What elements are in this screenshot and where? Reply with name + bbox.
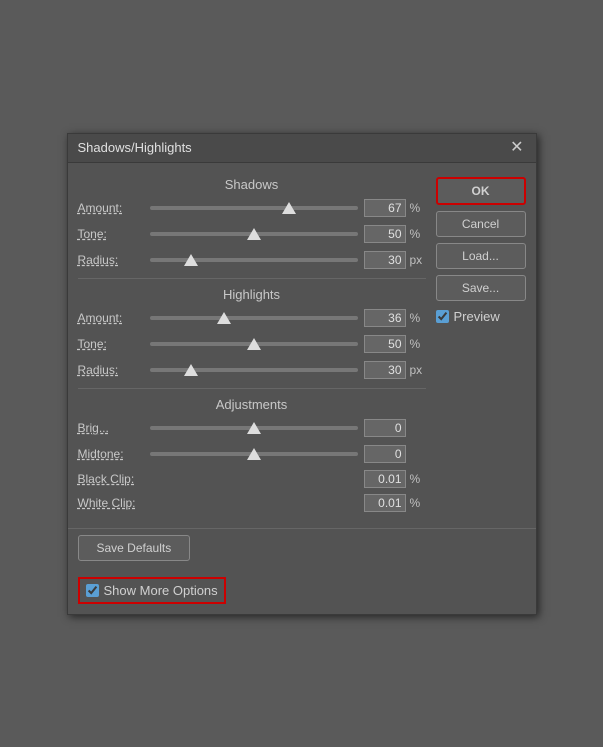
- shadows-amount-track: [150, 206, 358, 210]
- show-more-checkbox[interactable]: [86, 584, 99, 597]
- shadows-radius-slider[interactable]: [150, 250, 358, 270]
- preview-checkbox[interactable]: [436, 310, 449, 323]
- white-clip-input[interactable]: [364, 494, 406, 512]
- highlights-radius-thumb[interactable]: [184, 364, 198, 376]
- black-clip-label: Black Clip:: [78, 472, 150, 486]
- shadows-radius-thumb[interactable]: [184, 254, 198, 266]
- show-more-row[interactable]: Show More Options: [78, 577, 226, 604]
- brig-input[interactable]: [364, 419, 406, 437]
- highlights-header: Highlights: [78, 287, 426, 302]
- close-button[interactable]: ✕: [508, 140, 525, 156]
- highlights-amount-input[interactable]: [364, 309, 406, 327]
- midtone-row: Midtone:: [78, 444, 426, 464]
- save-button[interactable]: Save...: [436, 275, 526, 301]
- shadows-tone-input[interactable]: [364, 225, 406, 243]
- highlights-tone-row: Tone: %: [78, 334, 426, 354]
- midtone-input[interactable]: [364, 445, 406, 463]
- highlights-radius-slider[interactable]: [150, 360, 358, 380]
- right-panel: OK Cancel Load... Save... Preview: [436, 173, 526, 518]
- highlights-radius-input[interactable]: [364, 361, 406, 379]
- highlights-amount-label: Amount:: [78, 311, 150, 325]
- shadows-divider: [78, 278, 426, 279]
- dialog-body: Shadows Amount: % Tone:: [68, 163, 536, 528]
- cancel-button[interactable]: Cancel: [436, 211, 526, 237]
- shadows-amount-input[interactable]: [364, 199, 406, 217]
- brig-thumb[interactable]: [247, 422, 261, 434]
- white-clip-unit: %: [410, 496, 426, 510]
- highlights-tone-input[interactable]: [364, 335, 406, 353]
- shadows-tone-track: [150, 232, 358, 236]
- shadows-radius-track: [150, 258, 358, 262]
- load-button[interactable]: Load...: [436, 243, 526, 269]
- highlights-amount-unit: %: [410, 311, 426, 325]
- shadows-amount-thumb[interactable]: [282, 202, 296, 214]
- highlights-radius-track: [150, 368, 358, 372]
- white-clip-row: White Clip: %: [78, 494, 426, 512]
- save-defaults-wrapper: Save Defaults: [78, 535, 526, 569]
- shadows-amount-unit: %: [410, 201, 426, 215]
- highlights-tone-label: Tone:: [78, 337, 150, 351]
- black-clip-input[interactable]: [364, 470, 406, 488]
- left-panel: Shadows Amount: % Tone:: [78, 173, 426, 518]
- highlights-tone-slider[interactable]: [150, 334, 358, 354]
- highlights-radius-row: Radius: px: [78, 360, 426, 380]
- white-clip-label: White Clip:: [78, 496, 150, 510]
- preview-row: Preview: [436, 307, 526, 326]
- shadows-radius-input[interactable]: [364, 251, 406, 269]
- shadows-tone-unit: %: [410, 227, 426, 241]
- brig-slider[interactable]: [150, 418, 358, 438]
- shadows-highlights-dialog: Shadows/Highlights ✕ Shadows Amount: % T…: [67, 133, 537, 615]
- highlights-divider: [78, 388, 426, 389]
- save-defaults-button[interactable]: Save Defaults: [78, 535, 191, 561]
- ok-button[interactable]: OK: [436, 177, 526, 205]
- black-clip-row: Black Clip: %: [78, 470, 426, 488]
- bottom-section: Save Defaults Show More Options: [68, 528, 536, 614]
- highlights-tone-unit: %: [410, 337, 426, 351]
- highlights-amount-thumb[interactable]: [217, 312, 231, 324]
- shadows-amount-slider[interactable]: [150, 198, 358, 218]
- adjustments-header: Adjustments: [78, 397, 426, 412]
- highlights-tone-thumb[interactable]: [247, 338, 261, 350]
- shadows-radius-label: Radius:: [78, 253, 150, 267]
- shadows-radius-row: Radius: px: [78, 250, 426, 270]
- shadows-tone-row: Tone: %: [78, 224, 426, 244]
- highlights-tone-track: [150, 342, 358, 346]
- brig-label: Brig...: [78, 421, 150, 435]
- dialog-title: Shadows/Highlights: [78, 140, 192, 155]
- shadows-amount-label: Amount:: [78, 201, 150, 215]
- shadows-radius-unit: px: [410, 253, 426, 267]
- shadows-header: Shadows: [78, 177, 426, 192]
- show-more-label: Show More Options: [104, 583, 218, 598]
- highlights-radius-unit: px: [410, 363, 426, 377]
- highlights-amount-slider[interactable]: [150, 308, 358, 328]
- midtone-thumb[interactable]: [247, 448, 261, 460]
- highlights-radius-label: Radius:: [78, 363, 150, 377]
- preview-label: Preview: [454, 309, 500, 324]
- highlights-amount-row: Amount: %: [78, 308, 426, 328]
- shadows-tone-thumb[interactable]: [247, 228, 261, 240]
- shadows-tone-label: Tone:: [78, 227, 150, 241]
- highlights-amount-track: [150, 316, 358, 320]
- brig-row: Brig...: [78, 418, 426, 438]
- midtone-track: [150, 452, 358, 456]
- shadows-tone-slider[interactable]: [150, 224, 358, 244]
- midtone-label: Midtone:: [78, 447, 150, 461]
- shadows-amount-row: Amount: %: [78, 198, 426, 218]
- black-clip-unit: %: [410, 472, 426, 486]
- title-bar: Shadows/Highlights ✕: [68, 134, 536, 163]
- midtone-slider[interactable]: [150, 444, 358, 464]
- brig-track: [150, 426, 358, 430]
